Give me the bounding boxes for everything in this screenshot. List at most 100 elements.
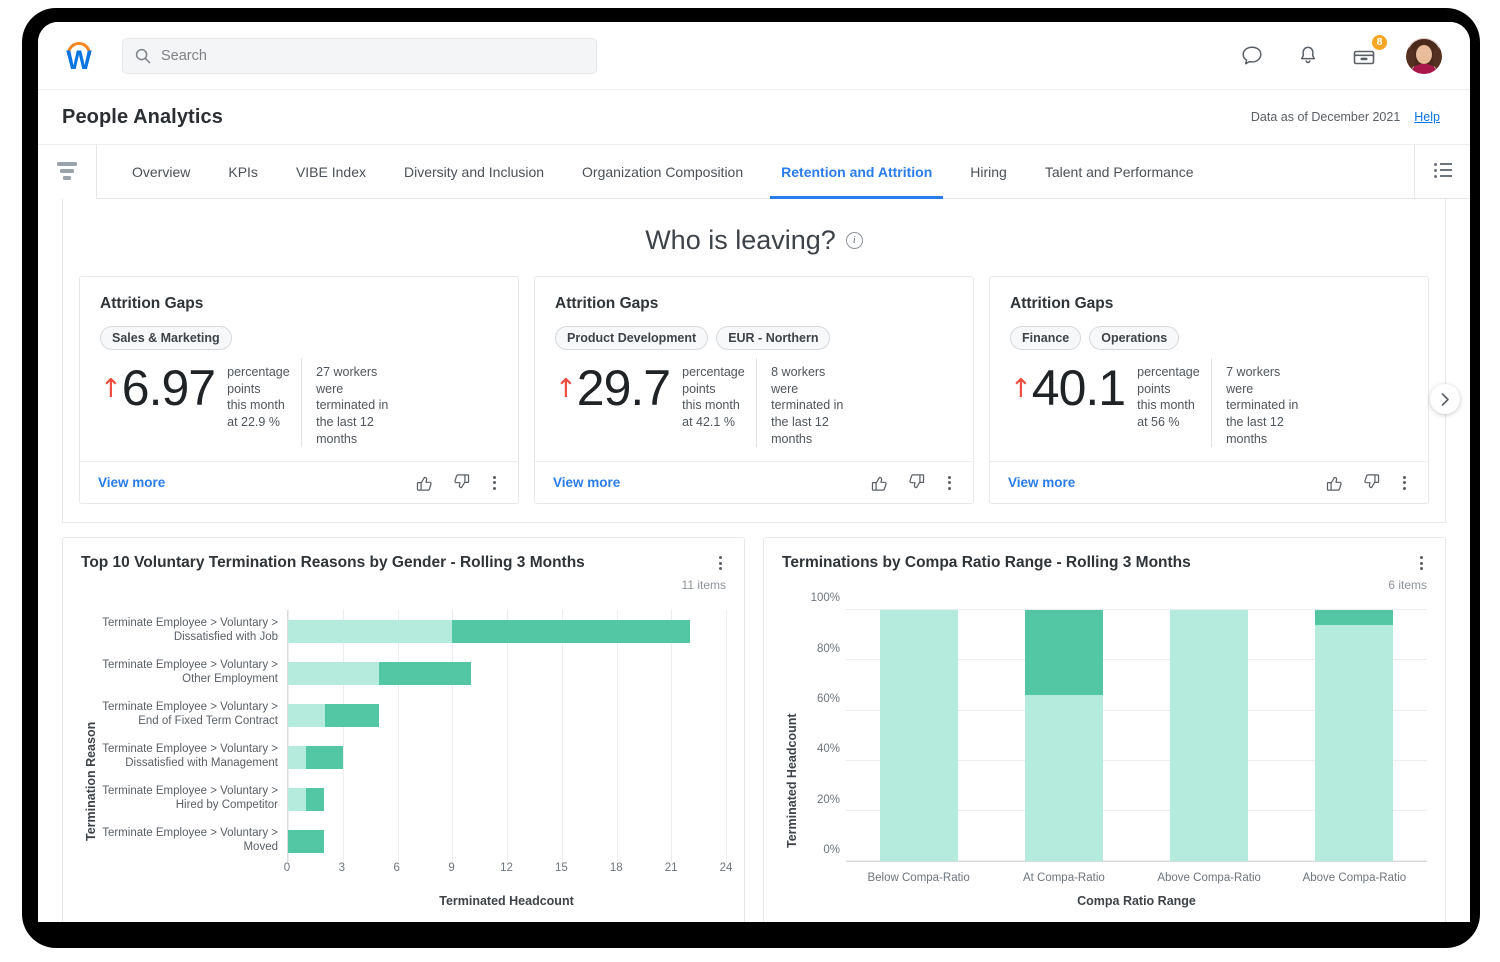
bar-segment-light[interactable] (288, 787, 307, 811)
stacked-bar[interactable] (288, 829, 325, 853)
bar-row (288, 694, 726, 736)
unit-line-3: this month (1137, 398, 1195, 413)
x-axis-category-label: At Compa-Ratio (1022, 872, 1105, 885)
thumbs-down-icon[interactable] (1362, 473, 1381, 492)
view-more-link[interactable]: View more (98, 475, 165, 490)
metric-detail-text: 27 workers were terminated in the last 1… (301, 358, 397, 448)
column-segment-dark[interactable] (1024, 610, 1103, 696)
chip[interactable]: Finance (1010, 326, 1082, 350)
view-more-link[interactable]: View more (1008, 475, 1075, 490)
tab-hiring[interactable]: Hiring (951, 145, 1026, 198)
bar-segment-dark[interactable] (324, 703, 380, 727)
chart-overflow-menu-button[interactable] (1416, 554, 1427, 572)
charts-row: Top 10 Voluntary Termination Reasons by … (38, 523, 1470, 922)
chart-overflow-menu-button[interactable] (715, 554, 726, 572)
unit-line-4: at 56 % (1137, 414, 1180, 429)
vertical-bar-chart: Terminated Headcount 0% 20% 40% 60% 80% 100% … (782, 592, 1427, 910)
unit-line-3: this month (227, 398, 285, 413)
column-segment-light[interactable] (1024, 695, 1103, 862)
tab-vibe-index[interactable]: VIBE Index (277, 145, 385, 198)
card-footer: View more (535, 461, 973, 503)
search-input[interactable]: Search (122, 37, 597, 74)
category-label: Terminate Employee > Voluntary > Moved (102, 827, 278, 854)
x-tick-label: 21 (664, 862, 678, 875)
chip[interactable]: Sales & Marketing (100, 326, 232, 350)
attrition-gaps-card[interactable]: Attrition Gaps Sales & Marketing ↑ 6.97 … (79, 276, 519, 505)
tab-retention-and-attrition[interactable]: Retention and Attrition (762, 145, 951, 199)
card-footer-actions (870, 473, 955, 492)
chat-bubble-icon (1242, 45, 1262, 64)
card-footer: View more (990, 461, 1428, 503)
x-tick-label: 18 (609, 862, 623, 875)
chart-header: Top 10 Voluntary Termination Reasons by … (81, 554, 726, 592)
chip[interactable]: Operations (1089, 326, 1180, 350)
view-more-link[interactable]: View more (553, 475, 620, 490)
card-overflow-menu-button[interactable] (489, 474, 500, 492)
card-chip-group: Finance Operations (1010, 326, 1408, 350)
list-icon (1433, 162, 1452, 181)
attrition-gaps-card[interactable]: Attrition Gaps Product Development EUR -… (534, 276, 974, 505)
info-icon[interactable]: i (845, 232, 863, 249)
column-segment-dark[interactable] (1315, 610, 1394, 626)
column-slot (846, 610, 991, 862)
bar-segment-dark[interactable] (288, 829, 325, 853)
attrition-gaps-card[interactable]: Attrition Gaps Finance Operations ↑ 40.1… (989, 276, 1429, 505)
global-top-bar: W Search 8 (38, 22, 1470, 90)
stacked-column[interactable] (1315, 610, 1394, 862)
tab-organization-composition[interactable]: Organization Composition (563, 145, 762, 198)
stacked-bar[interactable] (288, 745, 343, 769)
stacked-bar[interactable] (288, 787, 325, 811)
chat-button[interactable] (1238, 42, 1266, 70)
thumbs-up-icon[interactable] (415, 473, 434, 492)
help-link[interactable]: Help (1414, 110, 1440, 124)
filter-button[interactable] (38, 145, 96, 199)
workday-logo-icon[interactable]: W (56, 33, 102, 79)
unit-line-4: at 42.1 % (682, 414, 735, 429)
unit-line-2: points (682, 381, 716, 396)
column-segment-light[interactable] (1315, 625, 1394, 862)
thumbs-up-icon[interactable] (870, 473, 889, 492)
bar-segment-dark[interactable] (306, 745, 343, 769)
notifications-button[interactable] (1294, 42, 1322, 70)
inbox-button[interactable]: 8 (1350, 32, 1389, 70)
user-avatar[interactable] (1406, 37, 1442, 74)
avatar-hair-left (1406, 46, 1415, 69)
stacked-bar[interactable] (288, 661, 471, 685)
stacked-bar[interactable] (288, 619, 690, 643)
column-segment-light[interactable] (1170, 610, 1249, 862)
bar-segment-dark[interactable] (306, 787, 325, 811)
tab-kpis[interactable]: KPIs (209, 145, 277, 198)
chip[interactable]: EUR - Northern (716, 326, 831, 350)
thumbs-up-icon[interactable] (1325, 473, 1344, 492)
bar-segment-light[interactable] (288, 619, 453, 643)
chip[interactable]: Product Development (555, 326, 709, 350)
bar-segment-light[interactable] (288, 745, 307, 769)
gridline (726, 610, 727, 863)
carousel-next-button[interactable] (1430, 384, 1460, 415)
card-overflow-menu-button[interactable] (944, 474, 955, 492)
category-label: Terminate Employee > Voluntary > Dissati… (102, 743, 278, 770)
x-tick-label: 24 (719, 862, 733, 875)
tab-overview[interactable]: Overview (113, 145, 209, 198)
card-overflow-menu-button[interactable] (1399, 474, 1410, 492)
bar-segment-light[interactable] (288, 703, 325, 727)
unit-line-1: percentage (1137, 365, 1200, 379)
tab-label: KPIs (228, 163, 258, 180)
bar-segment-light[interactable] (288, 661, 380, 685)
thumbs-down-icon[interactable] (907, 473, 926, 492)
stacked-column[interactable] (1024, 610, 1103, 862)
thumbs-down-icon[interactable] (452, 473, 471, 492)
list-view-button[interactable] (1414, 145, 1470, 199)
unit-line-4: at 22.9 % (227, 414, 280, 429)
column-segment-light[interactable] (879, 610, 958, 862)
tab-label: Talent and Performance (1044, 163, 1194, 180)
stacked-column[interactable] (1170, 610, 1249, 862)
y-tick-label: 100% (810, 592, 840, 605)
bar-segment-dark[interactable] (452, 619, 690, 643)
tab-talent-and-performance[interactable]: Talent and Performance (1026, 145, 1213, 198)
bar-segment-dark[interactable] (379, 661, 471, 685)
category-label: Terminate Employee > Voluntary > Other E… (102, 659, 278, 686)
stacked-bar[interactable] (288, 703, 380, 727)
tab-diversity-and-inclusion[interactable]: Diversity and Inclusion (385, 145, 563, 198)
stacked-column[interactable] (879, 610, 958, 862)
